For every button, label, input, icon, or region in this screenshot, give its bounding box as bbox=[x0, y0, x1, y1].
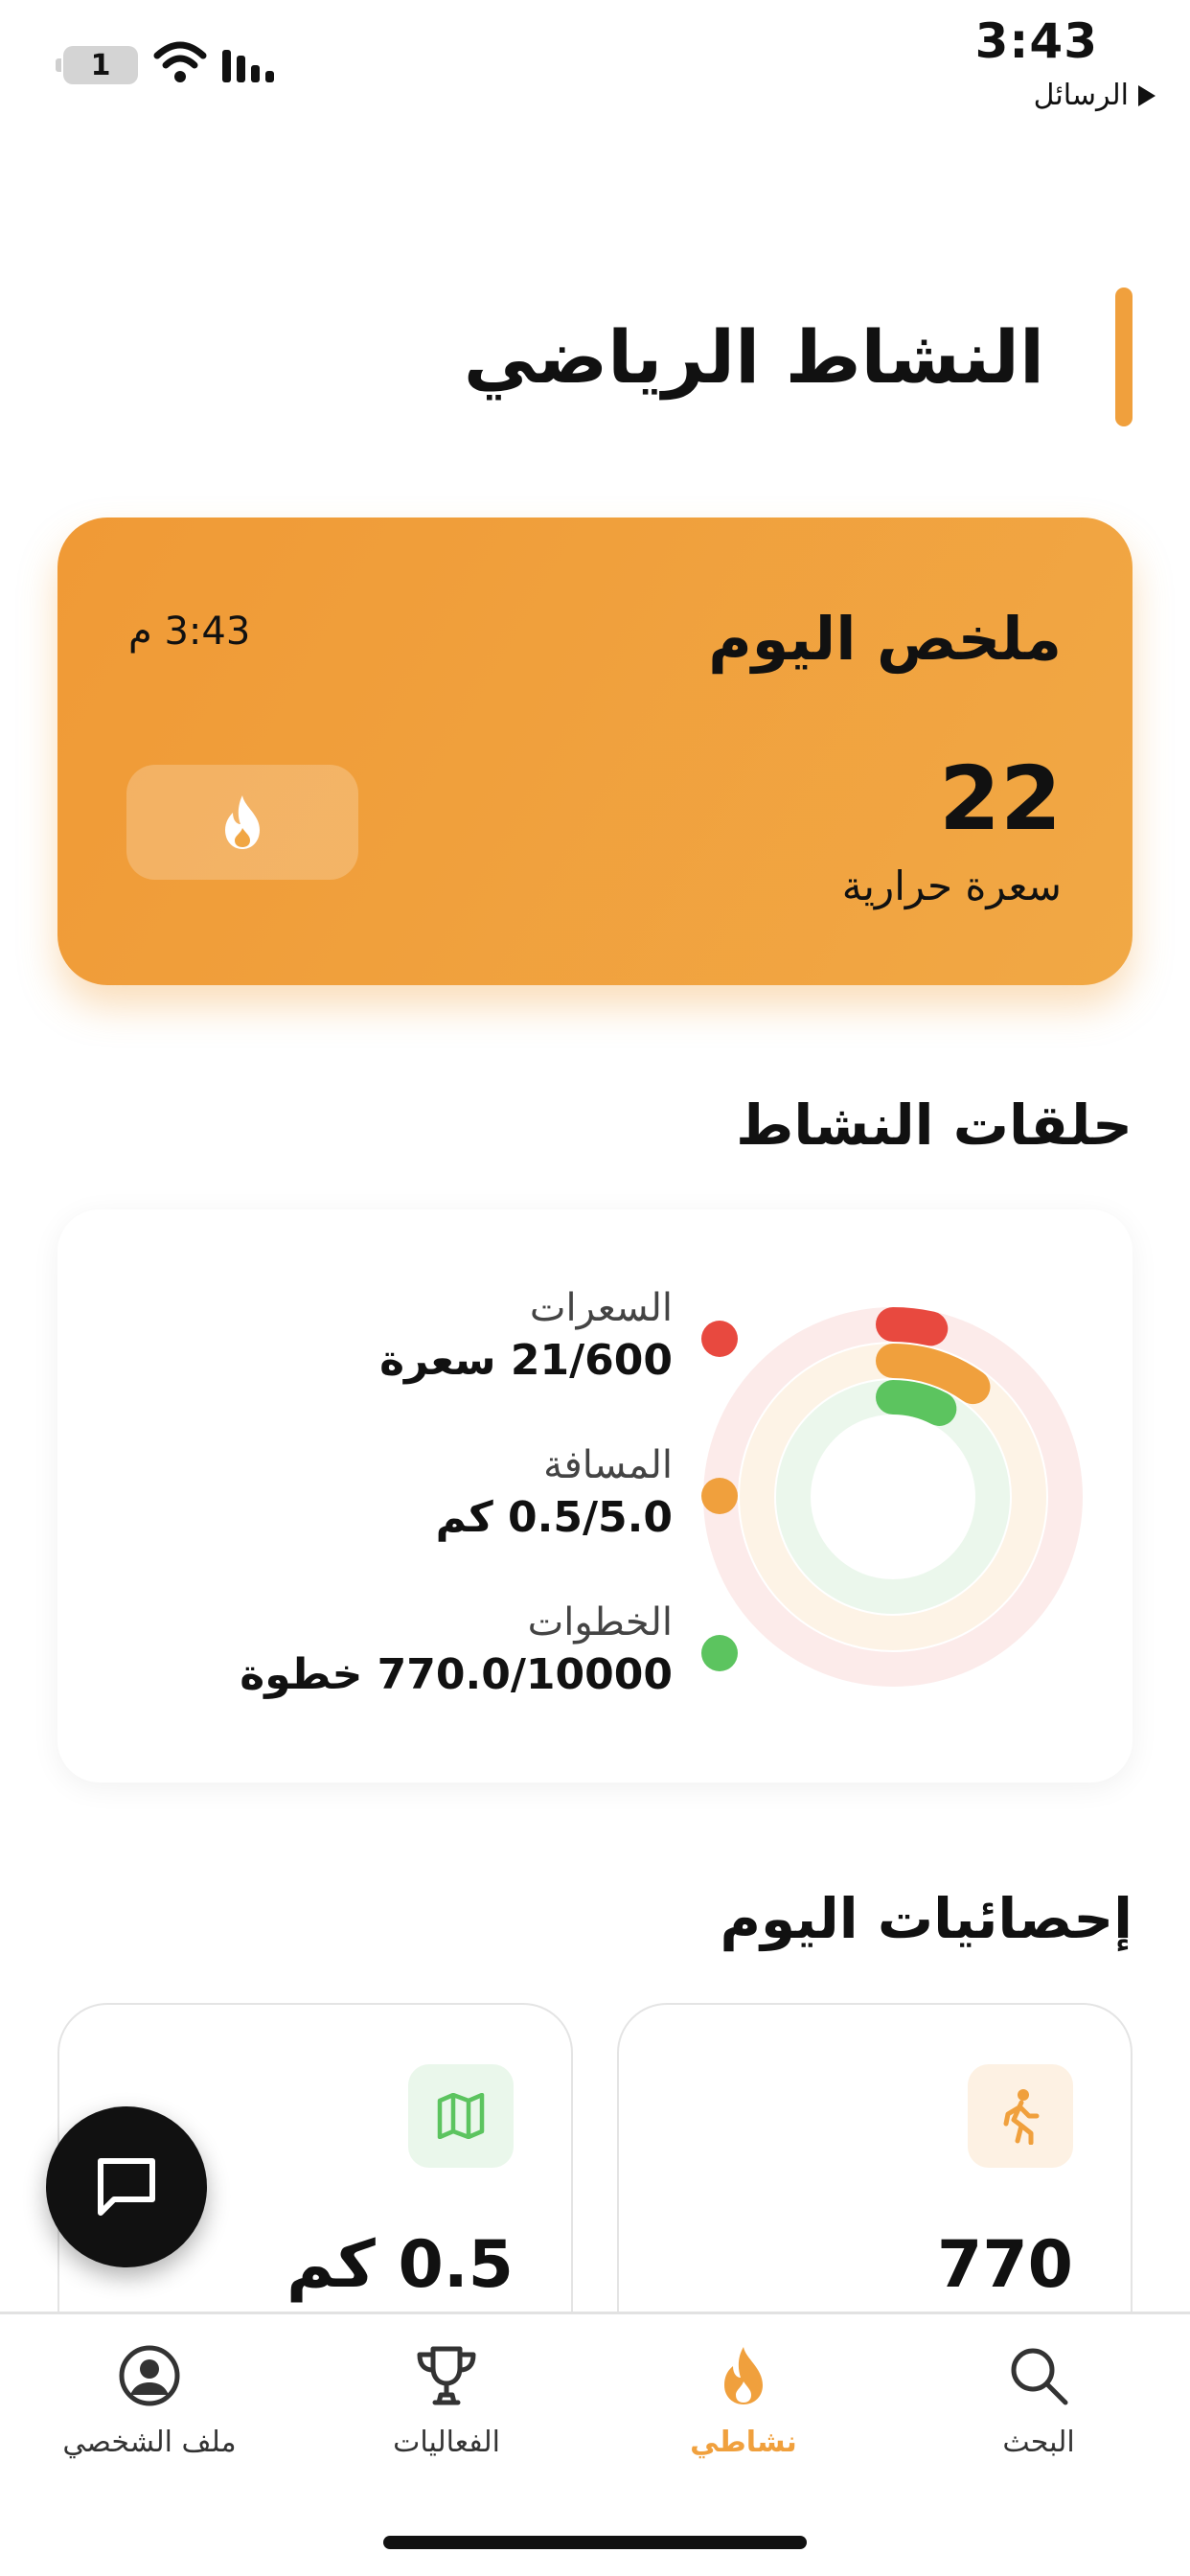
legend-value: 770.0/10000 خطوة bbox=[240, 1650, 673, 1699]
distance-dot bbox=[701, 1478, 738, 1514]
summary-time: 3:43 م bbox=[128, 610, 251, 654]
title-accent-bar bbox=[1115, 288, 1133, 426]
back-messages-label: الرسائل bbox=[1033, 79, 1129, 112]
distance-stat-value: 0.5 كم bbox=[286, 2227, 514, 2303]
status-bar: 1 3:43 الرسائل bbox=[0, 0, 1190, 134]
legend-item-steps: الخطوات 770.0/10000 خطوة bbox=[98, 1600, 738, 1699]
ring-progress-steps bbox=[876, 1380, 957, 1426]
legend-value: 0.5/5.0 كم bbox=[435, 1493, 673, 1542]
tab-label: نشاطي bbox=[690, 2426, 797, 2459]
walking-icon bbox=[968, 2064, 1073, 2168]
legend-item-distance: المسافة 0.5/5.0 كم bbox=[98, 1443, 738, 1542]
legend-label: الخطوات bbox=[527, 1600, 673, 1644]
steps-dot bbox=[701, 1635, 738, 1671]
calories-unit: سعرة حرارية bbox=[841, 862, 1062, 909]
tab-label: الفعاليات bbox=[393, 2426, 500, 2459]
home-indicator[interactable] bbox=[383, 2536, 807, 2549]
ring-track-steps bbox=[776, 1380, 1010, 1614]
summary-title: ملخص اليوم bbox=[708, 604, 1062, 674]
flame-icon bbox=[724, 2347, 763, 2404]
profile-icon bbox=[119, 2345, 180, 2406]
today-summary-card[interactable]: ملخص اليوم 3:43 م 22 سعرة حرارية bbox=[57, 518, 1133, 985]
battery-icon: 1 bbox=[56, 46, 138, 84]
calories-value: 22 bbox=[938, 748, 1062, 850]
chat-button[interactable] bbox=[46, 2106, 207, 2267]
map-icon bbox=[408, 2064, 514, 2168]
back-arrow-icon bbox=[1138, 84, 1156, 106]
tab-profile[interactable]: ملف الشخصي bbox=[6, 2343, 293, 2477]
legend-item-calories: السعرات 21/600 سعرة bbox=[98, 1286, 738, 1385]
flame-icon bbox=[225, 795, 260, 849]
legend-value: 21/600 سعرة bbox=[379, 1336, 673, 1385]
stats-section-title: إحصائيات اليوم bbox=[720, 1886, 1133, 1951]
back-to-messages-button[interactable]: الرسائل bbox=[1034, 79, 1156, 112]
trophy-icon bbox=[417, 2346, 476, 2405]
battery-level: 1 bbox=[90, 48, 111, 82]
tab-label: البحث bbox=[1002, 2426, 1075, 2459]
rings-section-title: حلقات النشاط bbox=[736, 1092, 1133, 1158]
tab-my-activity[interactable]: نشاطي bbox=[600, 2343, 887, 2477]
activity-rings-chart bbox=[703, 1307, 1083, 1687]
search-icon bbox=[1011, 2348, 1068, 2405]
page-title: النشاط الرياضي bbox=[463, 314, 1044, 400]
calories-button[interactable] bbox=[126, 765, 358, 880]
tab-label: ملف الشخصي bbox=[62, 2426, 237, 2459]
activity-rings-card: السعرات 21/600 سعرة المسافة 0.5/5.0 كم ا… bbox=[57, 1209, 1133, 1782]
tab-search[interactable]: البحث bbox=[895, 2343, 1182, 2477]
legend-label: المسافة bbox=[543, 1443, 673, 1487]
cellular-signal-icon bbox=[222, 50, 274, 82]
page-header: النشاط الرياضي bbox=[464, 288, 1133, 426]
tab-events[interactable]: الفعاليات bbox=[303, 2343, 590, 2477]
chat-icon bbox=[98, 2158, 155, 2216]
wifi-icon bbox=[153, 41, 207, 82]
steps-stat-value: 770 bbox=[937, 2227, 1073, 2303]
ring-progress-calories bbox=[876, 1307, 949, 1346]
status-time: 3:43 bbox=[974, 13, 1098, 69]
legend-label: السعرات bbox=[529, 1286, 673, 1330]
calories-dot bbox=[701, 1321, 738, 1357]
